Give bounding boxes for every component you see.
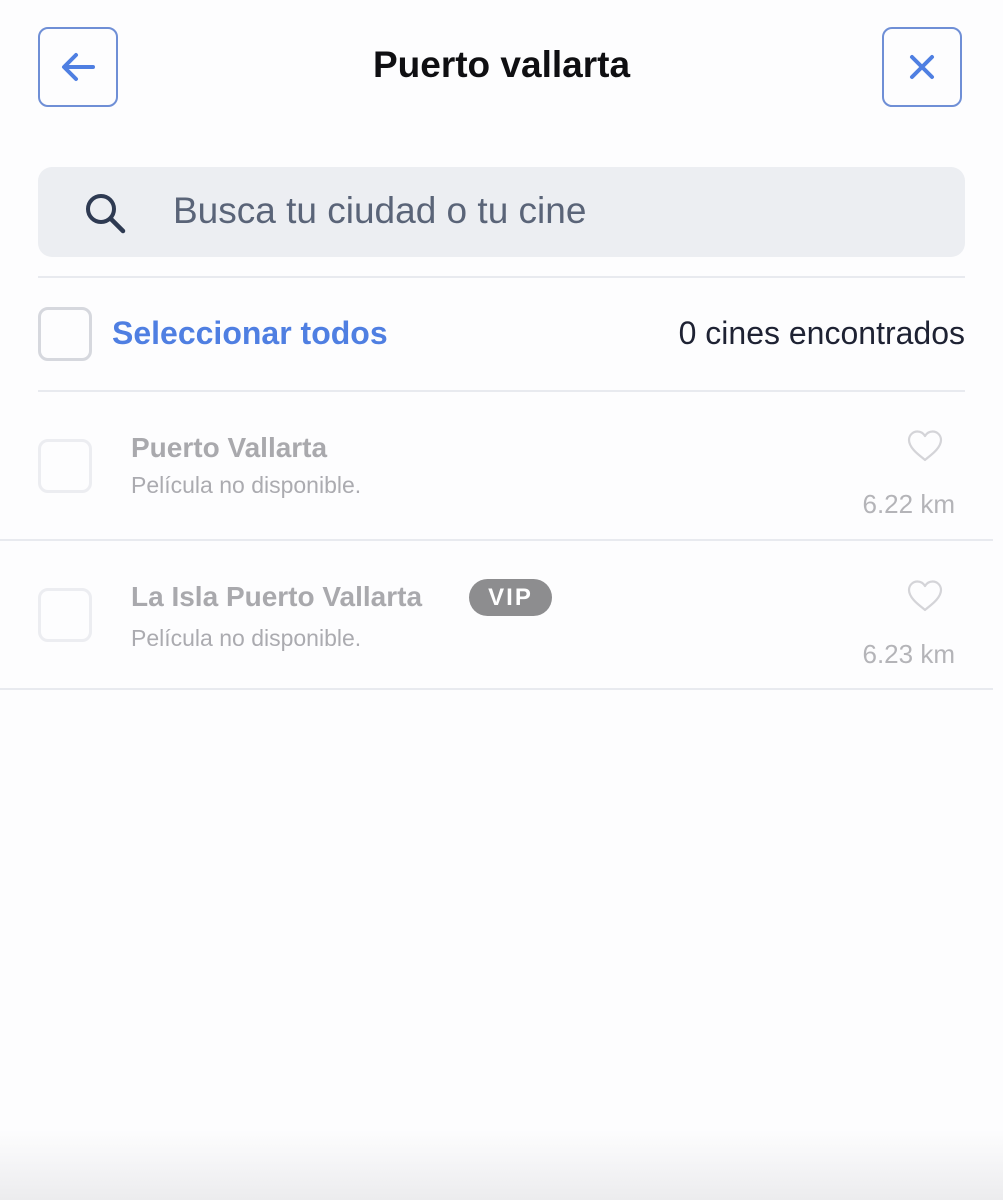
arrow-left-icon	[62, 53, 95, 81]
bottom-fade	[0, 1130, 1003, 1200]
cinema-name: La Isla Puerto Vallarta	[131, 581, 423, 612]
select-all-label[interactable]: Seleccionar todos	[112, 315, 388, 352]
cinema-distance: 6.22 km	[862, 489, 956, 519]
back-button[interactable]	[38, 27, 118, 107]
cinema-name: Puerto Vallarta	[131, 432, 328, 463]
heart-icon[interactable]	[906, 429, 944, 463]
cinema-status: Película no disponible.	[131, 472, 362, 498]
cinema-status: Película no disponible.	[131, 625, 362, 651]
close-button[interactable]	[882, 27, 962, 107]
divider	[0, 688, 993, 690]
search-icon	[86, 194, 126, 234]
cinema-checkbox[interactable]	[38, 439, 92, 493]
divider	[38, 276, 965, 278]
vip-badge: VIP	[469, 579, 552, 616]
cinema-distance: 6.23 km	[862, 639, 956, 669]
select-all-checkbox[interactable]	[38, 307, 92, 361]
divider	[0, 539, 993, 541]
close-icon	[910, 55, 934, 79]
page-title: Puerto vallarta	[372, 44, 631, 85]
heart-icon[interactable]	[906, 579, 944, 613]
cinema-count: 0 cines encontrados	[678, 315, 965, 351]
search-input[interactable]	[173, 187, 933, 235]
divider	[38, 390, 965, 392]
cinema-checkbox[interactable]	[38, 588, 92, 642]
